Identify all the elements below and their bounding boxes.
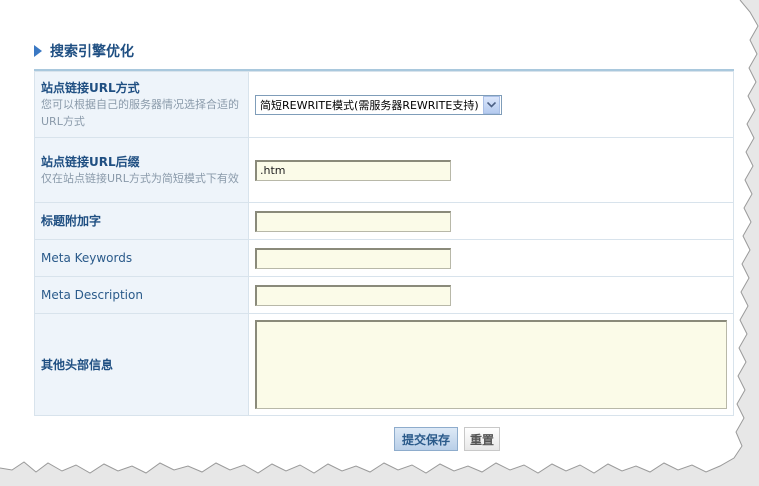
label-cell: Meta Description: [34, 276, 249, 314]
label-cell: 站点链接URL方式 您可以根据自己的服务器情况选择合适的URL方式: [34, 71, 249, 138]
row-title-suffix: 标题附加字: [34, 202, 734, 240]
field-cell: [248, 276, 734, 314]
row-other-head: 其他头部信息: [34, 313, 734, 416]
seo-settings-table: 站点链接URL方式 您可以根据自己的服务器情况选择合适的URL方式 简短REWR…: [34, 71, 734, 416]
field-cell: [248, 313, 734, 416]
settings-page: 搜索引擎优化 站点链接URL方式 您可以根据自己的服务器情况选择合适的URL方式…: [0, 0, 759, 486]
row-meta-keywords: Meta Keywords: [34, 239, 734, 277]
url-suffix-label: 站点链接URL后缀: [41, 154, 140, 169]
field-cell: 简短REWRITE模式(需服务器REWRITE支持): [248, 71, 734, 138]
url-mode-selected-value: 简短REWRITE模式(需服务器REWRITE支持): [260, 98, 479, 112]
section-title: 搜索引擎优化: [50, 44, 134, 60]
dropdown-arrow-icon[interactable]: [482, 95, 500, 114]
row-meta-description: Meta Description: [34, 276, 734, 314]
label-cell: 标题附加字: [34, 202, 249, 240]
arrow-right-icon: [34, 45, 42, 57]
field-cell: [248, 202, 734, 240]
url-suffix-input[interactable]: [255, 159, 451, 181]
title-suffix-label: 标题附加字: [41, 214, 102, 228]
url-mode-hint: 您可以根据自己的服务器情况选择合适的URL方式: [41, 97, 239, 128]
meta-keywords-input[interactable]: [255, 247, 451, 269]
label-cell: 站点链接URL后缀 仅在站点链接URL方式为简短模式下有效: [34, 137, 249, 203]
field-cell: [248, 137, 734, 203]
meta-description-label: Meta Description: [41, 288, 143, 302]
title-suffix-input[interactable]: [255, 210, 451, 232]
section-header: 搜索引擎优化: [34, 40, 134, 62]
url-mode-select[interactable]: 简短REWRITE模式(需服务器REWRITE支持): [255, 94, 502, 115]
url-suffix-hint: 仅在站点链接URL方式为简短模式下有效: [41, 171, 239, 185]
meta-description-input[interactable]: [255, 284, 451, 306]
other-head-textarea[interactable]: [255, 320, 727, 409]
meta-keywords-label: Meta Keywords: [41, 251, 133, 265]
submit-save-button[interactable]: 提交保存: [394, 427, 458, 451]
row-url-suffix: 站点链接URL后缀 仅在站点链接URL方式为简短模式下有效: [34, 137, 734, 203]
other-head-label: 其他头部信息: [41, 357, 114, 372]
field-cell: [248, 239, 734, 277]
label-cell: 其他头部信息: [34, 313, 249, 416]
label-cell: Meta Keywords: [34, 239, 249, 277]
reset-button[interactable]: 重置: [464, 427, 500, 451]
row-url-mode: 站点链接URL方式 您可以根据自己的服务器情况选择合适的URL方式 简短REWR…: [34, 71, 734, 138]
url-mode-label: 站点链接URL方式: [41, 80, 140, 95]
form-buttons: 提交保存 重置: [394, 427, 500, 451]
